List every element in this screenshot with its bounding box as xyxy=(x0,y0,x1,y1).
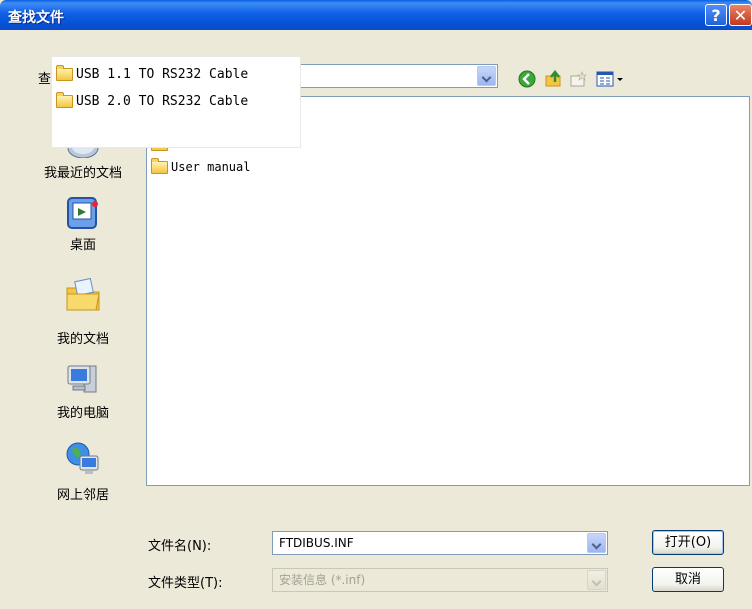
dialog-title: 查找文件 xyxy=(8,10,64,26)
find-file-dialog: 查找文件 ? ✕ 查 我最近的文档 桌面 我的文档 我的电脑 网上邻居 User… xyxy=(0,0,752,609)
place-label: 网上邻居 xyxy=(56,488,109,503)
filetype-select[interactable]: 安装信息 (*.inf) xyxy=(272,568,608,592)
list-item[interactable]: User manual xyxy=(151,157,251,174)
filename-field[interactable]: FTDIBUS.INF xyxy=(272,531,608,555)
open-button[interactable]: 打开(O) xyxy=(652,530,724,555)
new-folder-icon[interactable] xyxy=(570,70,588,88)
place-my-computer[interactable]: 我的电脑 xyxy=(28,360,138,421)
place-label: 我的文档 xyxy=(56,332,109,347)
cancel-button[interactable]: 取消 xyxy=(652,567,724,592)
chevron-down-icon[interactable] xyxy=(587,533,606,553)
folder-icon xyxy=(151,157,168,174)
place-label: 我最近的文档 xyxy=(43,166,122,181)
help-button[interactable]: ? xyxy=(705,4,727,26)
place-label: 我的电脑 xyxy=(56,406,109,421)
close-button[interactable]: ✕ xyxy=(729,4,752,26)
place-network-places[interactable]: 网上邻居 xyxy=(28,440,138,503)
folder-icon xyxy=(56,91,73,108)
look-in-dropdown: USB 1.1 TO RS232 Cable USB 2.0 TO RS232 … xyxy=(52,57,300,147)
file-list[interactable]: Product User manual xyxy=(146,96,750,486)
place-label: 桌面 xyxy=(69,238,96,253)
dropdown-item[interactable]: USB 1.1 TO RS232 Cable xyxy=(56,63,248,85)
back-icon[interactable] xyxy=(518,70,536,88)
filename-value: FTDIBUS.INF xyxy=(279,536,354,550)
look-in-label: 查 xyxy=(38,72,52,87)
my-computer-icon xyxy=(67,365,97,393)
chevron-down-icon[interactable] xyxy=(587,570,606,590)
place-my-documents[interactable]: 我的文档 xyxy=(28,276,138,347)
my-documents-icon xyxy=(66,277,100,311)
file-name: User manual xyxy=(171,160,251,174)
place-desktop[interactable]: 桌面 xyxy=(28,194,138,253)
dropdown-item[interactable]: USB 2.0 TO RS232 Cable xyxy=(56,90,248,112)
filetype-label: 文件类型(T): xyxy=(148,576,223,591)
desktop-icon xyxy=(67,197,98,229)
filename-label: 文件名(N): xyxy=(148,539,212,554)
dropdown-item-label: USB 2.0 TO RS232 Cable xyxy=(76,93,249,109)
filetype-value: 安装信息 (*.inf) xyxy=(279,573,366,587)
view-menu-icon[interactable] xyxy=(596,70,626,88)
folder-icon xyxy=(56,64,73,81)
up-folder-icon[interactable] xyxy=(545,70,563,88)
dropdown-item-label: USB 1.1 TO RS232 Cable xyxy=(76,66,249,82)
title-bar[interactable]: 查找文件 ? ✕ xyxy=(0,0,752,30)
network-places-icon xyxy=(66,442,99,474)
chevron-down-icon[interactable] xyxy=(477,66,496,86)
